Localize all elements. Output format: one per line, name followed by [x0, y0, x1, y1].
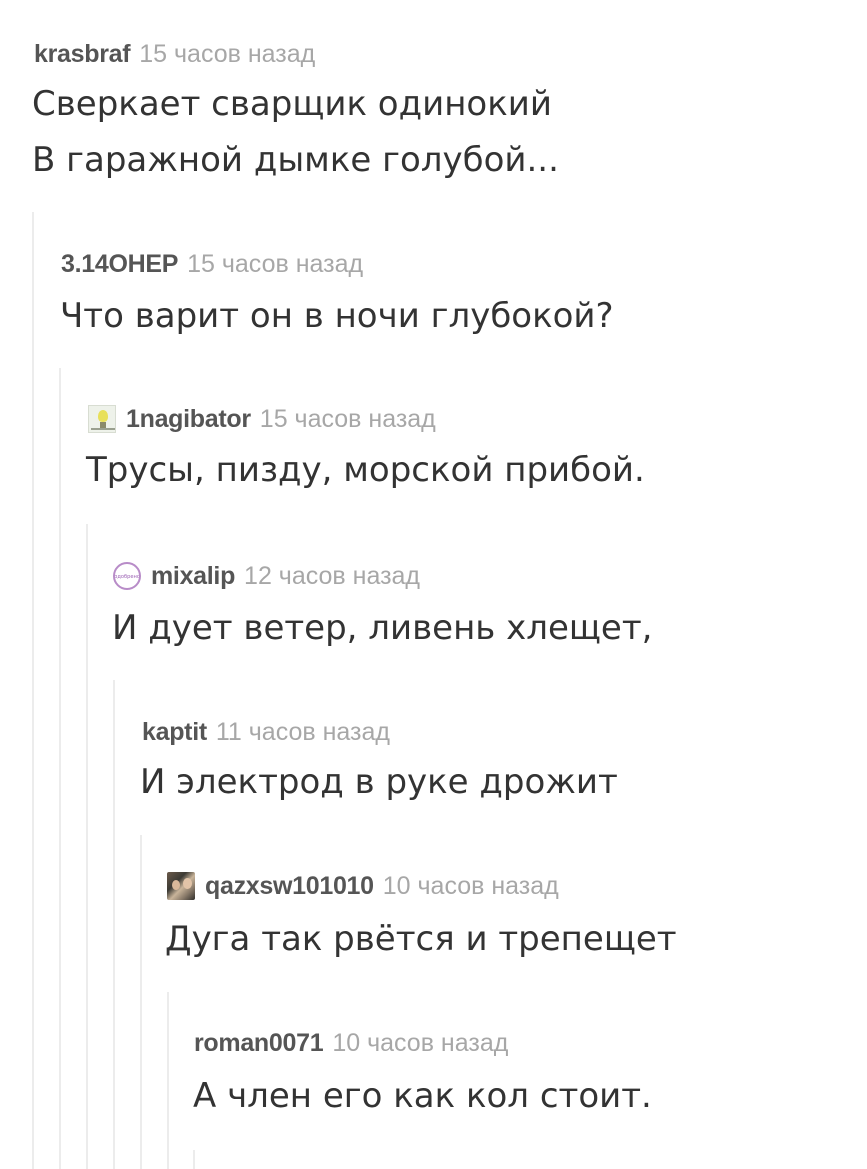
timestamp-link[interactable]: 15 часов назад	[260, 405, 436, 434]
username-link[interactable]: 3.14OHEP	[61, 250, 178, 279]
comment-header: одобрено mixalip 12 часов назад	[113, 560, 420, 592]
comment-header: qazxsw101010 10 часов назад	[167, 870, 559, 902]
username-link[interactable]: krasbraf	[34, 40, 131, 69]
thread-line	[32, 212, 34, 1169]
comment-text: И электрод в руке дрожит	[140, 762, 618, 802]
comment-text: В гаражной дымке голубой...	[32, 140, 559, 180]
timestamp-link[interactable]: 15 часов назад	[139, 40, 315, 69]
timestamp-link[interactable]: 11 часов назад	[216, 718, 390, 747]
timestamp-link[interactable]: 15 часов назад	[187, 250, 363, 279]
comment-text: Трусы, пизду, морской прибой.	[86, 450, 645, 490]
username-link[interactable]: 1nagibator	[126, 405, 251, 434]
timestamp-link[interactable]: 10 часов назад	[332, 1029, 508, 1058]
comment-header: 1nagibator 15 часов назад	[88, 403, 436, 435]
thread-line	[167, 992, 169, 1169]
comment-header: krasbraf 15 часов назад	[34, 38, 315, 70]
stamp-avatar-icon[interactable]: одобрено	[113, 562, 141, 590]
thread-line	[86, 524, 88, 1169]
timestamp-link[interactable]: 12 часов назад	[244, 562, 420, 591]
comment-header: 3.14OHEP 15 часов назад	[61, 248, 363, 280]
username-link[interactable]: kaptit	[142, 718, 207, 747]
thread-line	[140, 835, 142, 1169]
thread-line	[113, 680, 115, 1169]
comment-text: А член его как кол стоит.	[193, 1076, 652, 1116]
comment-text: И дует ветер, ливень хлещет,	[112, 608, 653, 648]
username-link[interactable]: mixalip	[151, 562, 235, 591]
lightbulb-avatar-icon[interactable]	[88, 405, 116, 433]
comment-text: Дуга так рвётся и трепещет	[165, 919, 677, 959]
comment-text: Сверкает сварщик одинокий	[32, 84, 552, 124]
thread-line	[193, 1150, 195, 1169]
stamp-avatar-label: одобрено	[114, 573, 140, 579]
username-link[interactable]: qazxsw101010	[205, 872, 374, 901]
thread-line	[59, 368, 61, 1169]
comment-header: roman0071 10 часов назад	[194, 1027, 508, 1059]
photo-avatar-icon[interactable]	[167, 872, 195, 900]
username-link[interactable]: roman0071	[194, 1029, 324, 1058]
timestamp-link[interactable]: 10 часов назад	[383, 872, 559, 901]
comment-text: Что варит он в ночи глубокой?	[60, 296, 614, 336]
comment-header: kaptit 11 часов назад	[142, 716, 390, 748]
